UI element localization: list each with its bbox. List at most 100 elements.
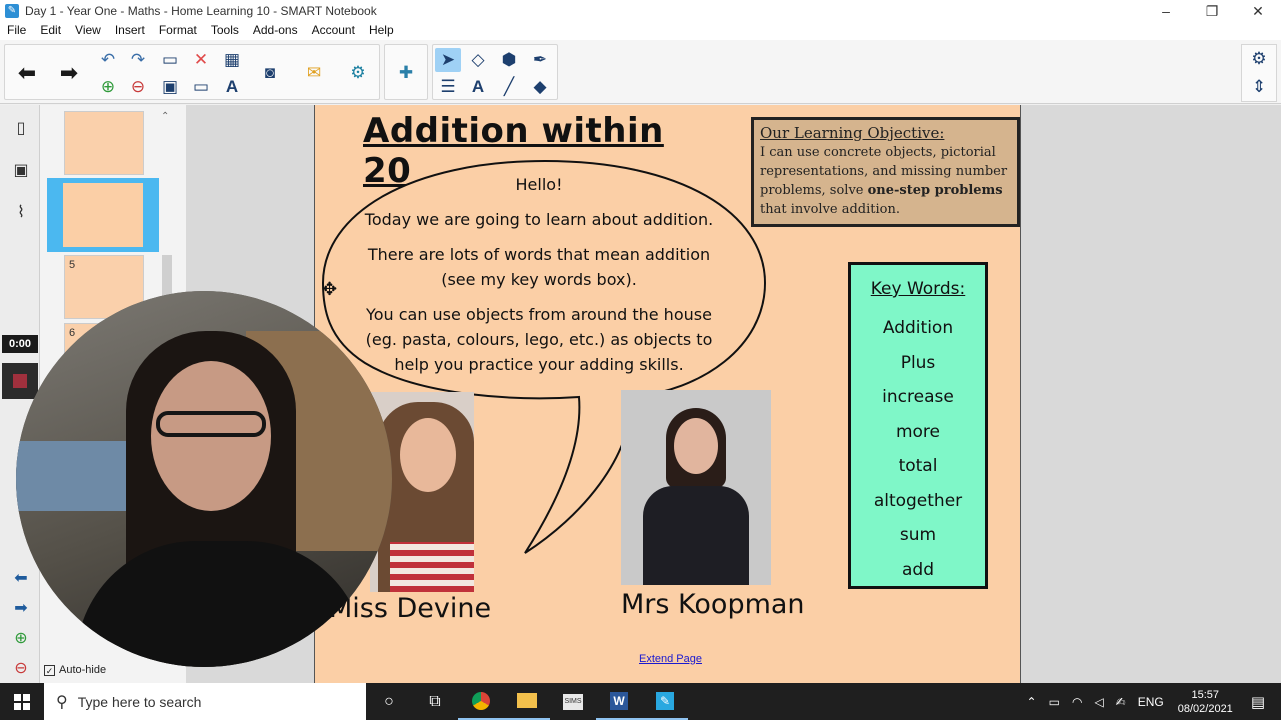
select-icon[interactable]: ➤ xyxy=(435,48,461,72)
battery-icon[interactable]: ▭ xyxy=(1049,695,1060,709)
bubble-line: There are lots of words that mean additi… xyxy=(367,245,711,264)
delete-icon[interactable]: ✕ xyxy=(188,48,214,72)
pen-icon[interactable]: ✒ xyxy=(527,48,553,72)
wifi-icon[interactable]: ◠ xyxy=(1072,695,1082,709)
smart-notebook-icon[interactable]: ✎ xyxy=(642,683,688,720)
add-page-icon[interactable]: ⊕ xyxy=(95,75,121,99)
windows-icon xyxy=(14,693,30,710)
menu-insert[interactable]: Insert xyxy=(108,22,152,40)
objective-text-end: that involve addition. xyxy=(760,202,900,217)
file-explorer-icon[interactable] xyxy=(504,683,550,720)
eraser-icon[interactable]: ◆ xyxy=(527,75,553,99)
menu-bar: File Edit View Insert Format Tools Add-o… xyxy=(0,22,1281,40)
close-button[interactable]: ✕ xyxy=(1235,0,1281,22)
key-word: Addition xyxy=(882,318,954,338)
undo-icon[interactable]: ↶ xyxy=(95,48,121,72)
smart-notebook-app-icon: ✎ xyxy=(5,4,19,18)
key-word: increase xyxy=(882,387,954,407)
minimize-button[interactable]: – xyxy=(1143,0,1189,22)
key-words-box[interactable]: Key Words: Addition Plus increase more t… xyxy=(848,262,988,589)
caption-right[interactable]: Mrs Koopman xyxy=(621,589,805,620)
objective-title: Our Learning Objective: xyxy=(760,124,945,142)
search-icon: ⚲ xyxy=(56,693,68,711)
key-word: sum xyxy=(899,525,937,545)
title-bar: ✎ Day 1 - Year One - Maths - Home Learni… xyxy=(0,0,1281,22)
lab-activity-icon[interactable]: ⚙ xyxy=(345,61,371,85)
toolbar-group-tools: ➤ ◇ ⬢ ✒ ☰ A ╱ ◆ xyxy=(432,44,558,100)
properties-icon[interactable]: ☰ xyxy=(435,75,461,99)
attachments-icon[interactable]: ⌇ xyxy=(8,199,34,225)
bubble-line: Hello! xyxy=(515,175,563,194)
scroll-up-icon[interactable]: ⌃ xyxy=(161,111,169,122)
bubble-line: (see my key words box). xyxy=(441,270,637,289)
task-view-icon[interactable]: ⧉ xyxy=(412,683,458,720)
toolbar-group-settings: ⚙ ⇕ xyxy=(1241,44,1277,102)
language-indicator[interactable]: ENG xyxy=(1138,695,1164,709)
cortana-icon[interactable]: ○ xyxy=(366,683,412,720)
paste-icon[interactable]: ▭ xyxy=(157,48,183,72)
extend-page-link[interactable]: Extend Page xyxy=(639,653,702,665)
line-icon[interactable]: ╱ xyxy=(496,75,522,99)
toolbar-group-addons: ✚ xyxy=(384,44,428,100)
key-word: altogether xyxy=(873,490,963,511)
key-word: more xyxy=(895,421,941,442)
pen-workspace-icon[interactable]: ✍ xyxy=(1116,695,1126,709)
menu-format[interactable]: Format xyxy=(152,22,204,40)
shapes-icon[interactable]: ◇ xyxy=(465,48,491,72)
menu-view[interactable]: View xyxy=(68,22,108,40)
tray-chevron-icon[interactable]: ⌃ xyxy=(1027,695,1037,709)
text-recognition-icon[interactable]: A xyxy=(219,75,245,99)
response-icon[interactable]: ✉ xyxy=(301,61,327,85)
fill-icon[interactable]: ⬢ xyxy=(496,48,522,72)
toolbar-group-main: ⬅ ➡ ↶ ↷ ▭ ✕ ▦ ⊕ ⊖ ▣ ▭ A ◙ ✉ ⚙ xyxy=(4,44,380,100)
learning-objective-box[interactable]: Our Learning Objective: I can use concre… xyxy=(751,117,1020,227)
system-tray: ⌃ ▭ ◠ ◁ ✍ ENG 15:57 08/02/2021 ▤ xyxy=(1021,683,1281,720)
addons-icon[interactable]: ✚ xyxy=(393,61,419,85)
main-toolbar: ⬅ ➡ ↶ ↷ ▭ ✕ ▦ ⊕ ⊖ ▣ ▭ A ◙ ✉ ⚙ ✚ ➤ ◇ ⬢ ✒ … xyxy=(0,40,1281,104)
clock[interactable]: 15:57 08/02/2021 xyxy=(1178,688,1233,716)
restore-button[interactable]: ❐ xyxy=(1189,0,1235,22)
text-icon[interactable]: A xyxy=(465,75,491,99)
document-camera-icon[interactable]: ◙ xyxy=(257,61,283,85)
windows-taskbar: ⚲ Type here to search ○ ⧉ SIMS W ✎ ⌃ ▭ ◠… xyxy=(0,683,1281,720)
clock-time: 15:57 xyxy=(1191,688,1220,701)
page-thumbnail-selected[interactable] xyxy=(47,178,159,252)
word-icon[interactable]: W xyxy=(596,683,642,720)
back-arrow-icon[interactable]: ⬅ xyxy=(9,51,45,95)
menu-help[interactable]: Help xyxy=(362,22,401,40)
forward-arrow-icon[interactable]: ➡ xyxy=(51,51,87,95)
redo-icon[interactable]: ↷ xyxy=(125,48,151,72)
clock-date: 08/02/2021 xyxy=(1177,702,1233,715)
menu-file[interactable]: File xyxy=(0,22,33,40)
thumbnail-preview xyxy=(63,183,143,247)
volume-icon[interactable]: ◁ xyxy=(1094,695,1103,709)
page-sorter-icon[interactable]: ▯ xyxy=(8,115,34,141)
bubble-line: Today we are going to learn about additi… xyxy=(364,210,714,229)
key-word: add xyxy=(902,559,934,580)
notebook-page[interactable]: Addition within 20 Our Learning Objectiv… xyxy=(314,105,1021,683)
gallery-icon[interactable]: ▣ xyxy=(8,157,34,183)
webcam-overlay[interactable] xyxy=(16,291,392,667)
menu-addons[interactable]: Add-ons xyxy=(246,22,305,40)
search-placeholder: Type here to search xyxy=(77,693,202,710)
chrome-icon[interactable] xyxy=(458,683,504,720)
key-word: Plus xyxy=(900,352,936,373)
settings-icon[interactable]: ⚙ xyxy=(1246,47,1272,71)
screen-shade-icon[interactable]: ▭ xyxy=(188,75,214,99)
save-icon[interactable]: ▣ xyxy=(157,75,183,99)
move-toolbar-icon[interactable]: ⇕ xyxy=(1246,75,1272,99)
taskbar-search-box[interactable]: ⚲ Type here to search xyxy=(44,683,366,720)
table-icon[interactable]: ▦ xyxy=(219,48,245,72)
notifications-icon[interactable]: ▤ xyxy=(1251,693,1265,711)
menu-tools[interactable]: Tools xyxy=(204,22,246,40)
delete-page-icon[interactable]: ⊖ xyxy=(125,75,151,99)
window-title: Day 1 - Year One - Maths - Home Learning… xyxy=(25,4,377,18)
start-button[interactable] xyxy=(0,683,44,720)
sims-icon[interactable]: SIMS xyxy=(550,683,596,720)
menu-edit[interactable]: Edit xyxy=(33,22,68,40)
teacher-photo-right[interactable] xyxy=(621,390,771,585)
page-thumbnail[interactable] xyxy=(64,111,144,175)
key-word: total xyxy=(898,456,938,476)
key-words-title: Key Words: xyxy=(870,279,966,299)
menu-account[interactable]: Account xyxy=(305,22,362,40)
